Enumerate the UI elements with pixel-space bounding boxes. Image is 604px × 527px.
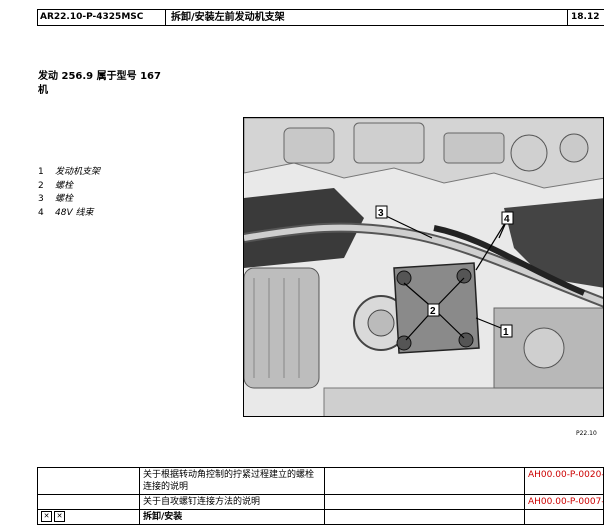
callout-3: 3 bbox=[378, 208, 384, 219]
doc-title: 拆卸/安装左前发动机支架 bbox=[166, 10, 568, 25]
section-label: 拆卸/安装 bbox=[139, 509, 325, 525]
ref-link[interactable]: AH00.00-P-0020- bbox=[524, 467, 604, 495]
table-cell bbox=[324, 494, 525, 510]
section-title: 发动 256.9 属于型号 167 机 bbox=[38, 70, 161, 98]
ref-link[interactable]: AH00.00-P-0007- bbox=[524, 494, 604, 510]
legend-num: 2 bbox=[38, 180, 44, 191]
table-cell bbox=[37, 494, 140, 510]
legend-item: 3 螺栓 bbox=[38, 193, 100, 207]
doc-id: AR22.10-P-4325MSC bbox=[38, 10, 166, 25]
table-cell: ✕ ✕ bbox=[37, 509, 140, 525]
section-title-line1: 发动 256.9 属于型号 167 bbox=[38, 71, 161, 82]
legend-label: 48V 线束 bbox=[55, 207, 94, 218]
tool-icon: ✕ bbox=[41, 511, 52, 522]
callout-2: 2 bbox=[430, 306, 436, 317]
table-row: 关于自攻螺钉连接方法的说明 AH00.00-P-0007- bbox=[37, 494, 604, 510]
engine-illustration: 3 4 2 1 bbox=[244, 118, 603, 416]
page-ref: 18.12 bbox=[571, 12, 600, 22]
engine-figure: 3 4 2 1 bbox=[243, 117, 604, 417]
figure-ref: P22.10 bbox=[576, 430, 597, 437]
doc-header: AR22.10-P-4325MSC 拆卸/安装左前发动机支架 18.12 bbox=[37, 9, 604, 26]
legend-label: 螺栓 bbox=[55, 180, 74, 191]
table-cell bbox=[37, 467, 140, 495]
ref-text: 关于根据转动角控制的拧紧过程建立的螺栓连接的说明 bbox=[139, 467, 325, 495]
table-cell bbox=[324, 509, 525, 525]
callout-1: 1 bbox=[503, 327, 509, 338]
ref-text: 关于自攻螺钉连接方法的说明 bbox=[139, 494, 325, 510]
table-cell bbox=[324, 467, 525, 495]
tool-icon: ✕ bbox=[54, 511, 65, 522]
legend-num: 3 bbox=[38, 194, 44, 204]
table-cell bbox=[524, 509, 604, 525]
references-table: 关于根据转动角控制的拧紧过程建立的螺栓连接的说明 AH00.00-P-0020-… bbox=[37, 467, 604, 525]
table-row: 关于根据转动角控制的拧紧过程建立的螺栓连接的说明 AH00.00-P-0020- bbox=[37, 467, 604, 495]
section-title-line2: 机 bbox=[38, 85, 48, 96]
legend-item: 2 螺栓 bbox=[38, 180, 100, 194]
legend-num: 1 bbox=[38, 167, 44, 177]
callout-4: 4 bbox=[504, 214, 510, 225]
parts-legend: 1 发动机支架 2 螺栓 3 螺栓 4 48V 线束 bbox=[38, 166, 100, 220]
legend-item: 1 发动机支架 bbox=[38, 166, 100, 180]
legend-label: 发动机支架 bbox=[55, 167, 101, 177]
table-row: ✕ ✕ 拆卸/安装 bbox=[37, 509, 604, 525]
legend-num: 4 bbox=[38, 207, 44, 218]
legend-item: 4 48V 线束 bbox=[38, 207, 100, 221]
legend-label: 螺栓 bbox=[55, 194, 74, 204]
